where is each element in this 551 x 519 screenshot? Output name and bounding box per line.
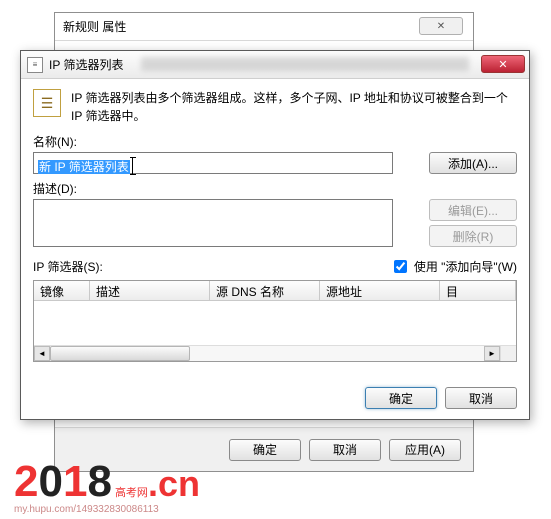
cancel-button[interactable]: 取消 [445,387,517,409]
list-icon: ☰ [33,89,61,117]
watermark-logo: 2 0 1 8 高考网 .cn [14,457,200,507]
name-label: 名称(N): [33,133,517,150]
scroll-left-arrow[interactable]: ◄ [34,346,50,361]
dialog-button-row: 确定 取消 [365,387,517,409]
parent-title-text: 新规则 属性 [63,18,126,35]
name-input[interactable]: 新 IP 筛选器列表 [33,152,393,174]
scroll-right-arrow[interactable]: ► [484,346,500,361]
use-wizard-checkbox-wrap[interactable]: 使用 "添加向导"(W) [390,257,517,276]
col-extra[interactable]: 目 [440,281,516,300]
description-input[interactable] [33,199,393,247]
watermark-subtext: my.hupu.com/149332830086113 [14,504,159,515]
desc-label: 描述(D): [33,180,517,197]
dialog-icon: ≡ [27,57,43,73]
col-mirror[interactable]: 镜像 [34,281,90,300]
parent-cancel-button[interactable]: 取消 [309,439,381,461]
logo-8: 8 [87,457,111,507]
dialog-titlebar: ≡ IP 筛选器列表 ✕ [21,51,529,79]
col-desc[interactable]: 描述 [90,281,210,300]
filters-label-row: IP 筛选器(S): 使用 "添加向导"(W) [33,257,517,276]
name-input-selection: 新 IP 筛选器列表 [38,160,130,174]
dialog-body: ☰ IP 筛选器列表由多个筛选器组成。这样，多个子网、IP 地址和协议可被整合到… [21,79,529,419]
info-text: IP 筛选器列表由多个筛选器组成。这样，多个子网、IP 地址和协议可被整合到一个… [71,89,517,125]
logo-0: 0 [38,457,62,507]
parent-ok-button[interactable]: 确定 [229,439,301,461]
parent-apply-button[interactable]: 应用(A) [389,439,461,461]
parent-titlebar: 新规则 属性 ✕ [55,13,473,41]
scroll-corner [500,345,516,361]
use-wizard-label: 使用 "添加向导"(W) [414,258,517,275]
text-cursor [132,158,133,174]
info-row: ☰ IP 筛选器列表由多个筛选器组成。这样，多个子网、IP 地址和协议可被整合到… [33,89,517,125]
table-header: 镜像 描述 源 DNS 名称 源地址 目 [34,281,516,301]
scroll-track[interactable] [50,346,484,361]
title-blur-decoration [141,57,469,71]
ok-button[interactable]: 确定 [365,387,437,409]
parent-close-button[interactable]: ✕ [419,17,463,35]
logo-1: 1 [63,457,87,507]
add-button[interactable]: 添加(A)... [429,152,517,174]
logo-tag: 高考网 [115,488,148,499]
dialog-title-text: IP 筛选器列表 [49,56,123,73]
use-wizard-checkbox[interactable] [394,260,407,273]
remove-button: 删除(R) [429,225,517,247]
filters-table[interactable]: 镜像 描述 源 DNS 名称 源地址 目 ◄ ► [33,280,517,362]
horizontal-scrollbar[interactable]: ◄ ► [34,345,500,361]
edit-button: 编辑(E)... [429,199,517,221]
logo-suffix: .cn [148,463,200,505]
logo-2: 2 [14,457,38,507]
filters-label: IP 筛选器(S): [33,258,103,275]
dialog-close-button[interactable]: ✕ [481,55,525,73]
col-src-addr[interactable]: 源地址 [320,281,440,300]
scroll-thumb[interactable] [50,346,190,361]
ip-filter-list-dialog: ≡ IP 筛选器列表 ✕ ☰ IP 筛选器列表由多个筛选器组成。这样，多个子网、… [20,50,530,420]
col-src-dns[interactable]: 源 DNS 名称 [210,281,320,300]
